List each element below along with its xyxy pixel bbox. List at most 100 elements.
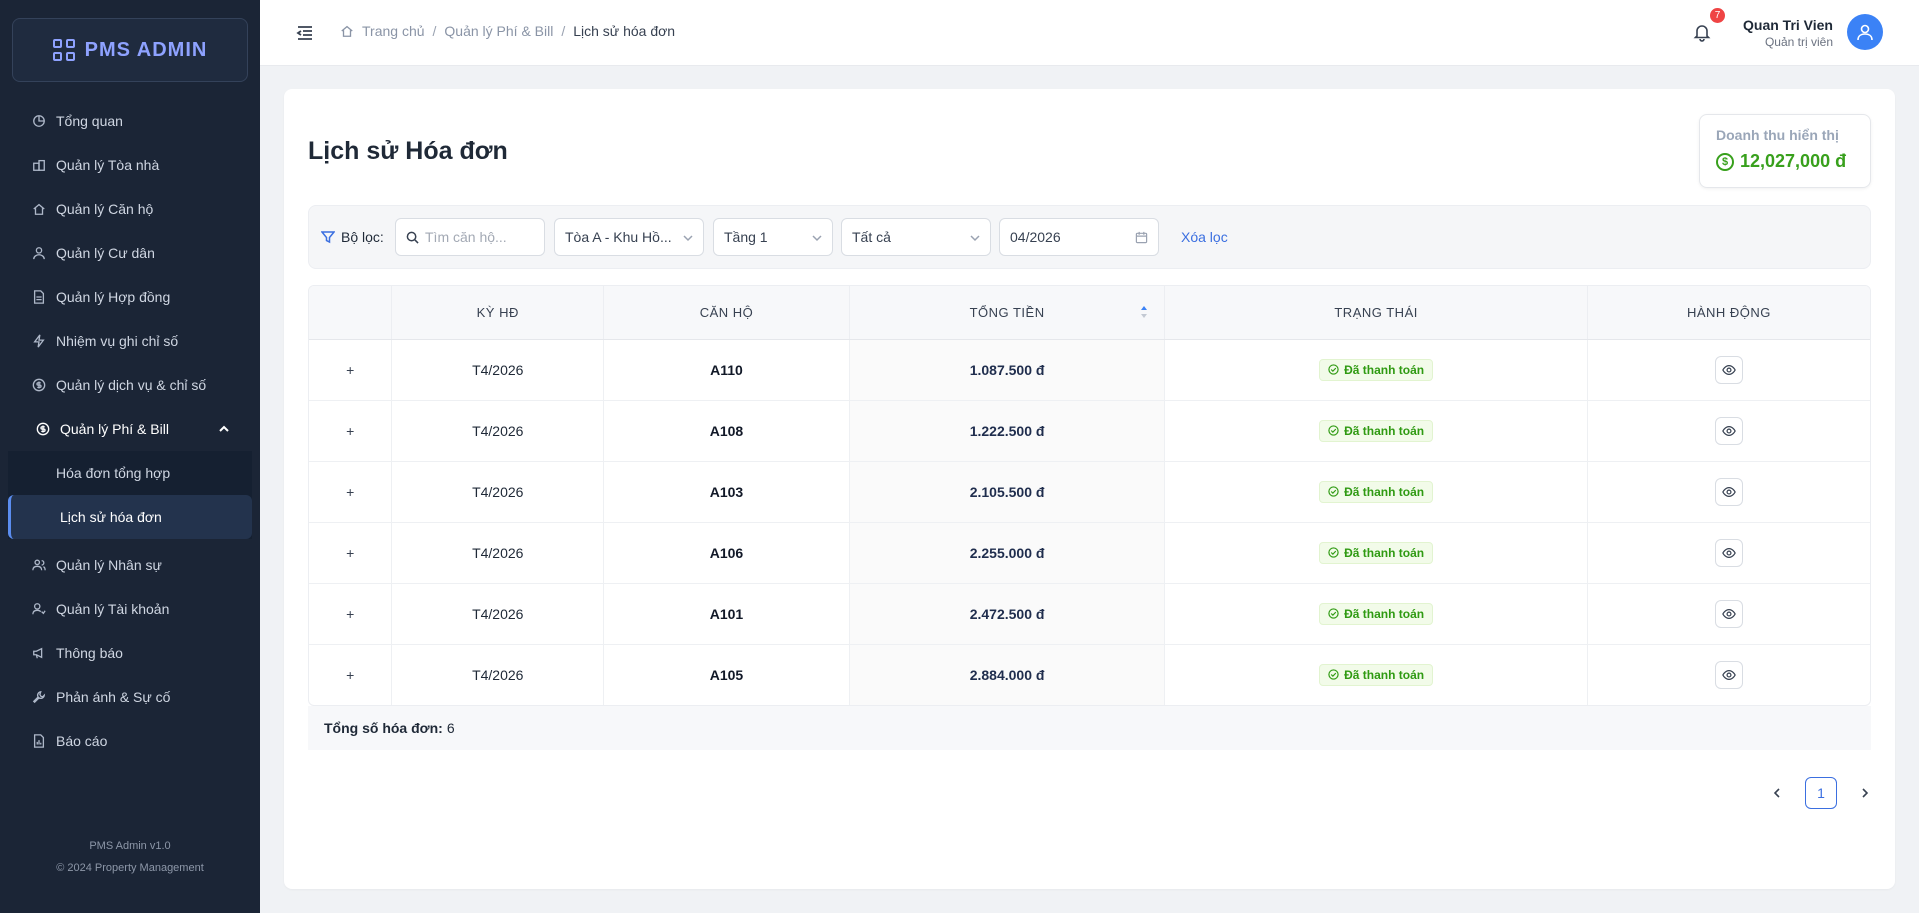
building-select[interactable]: Tòa A - Khu Hồ...: [554, 218, 704, 256]
view-invoice-button[interactable]: [1714, 416, 1743, 445]
bell-icon[interactable]: [1692, 22, 1712, 42]
sidebar-item-label: Quản lý dịch vụ & chỉ số: [56, 377, 207, 393]
sidebar-group-fees-bill[interactable]: Quản lý Phí & Bill: [0, 407, 260, 451]
status-badge: Đã thanh toán: [1319, 541, 1434, 564]
floor-select-value: Tầng 1: [724, 229, 768, 245]
eye-icon: [1722, 669, 1736, 680]
column-header-total[interactable]: TỔNG TIỀN: [849, 286, 1166, 340]
sidebar-item-feedback[interactable]: Phản ánh & Sự cố: [0, 675, 260, 719]
period-cell: T4/2026: [391, 400, 605, 462]
view-invoice-button[interactable]: [1714, 538, 1743, 567]
sidebar-item-services[interactable]: Quản lý dịch vụ & chỉ số: [0, 363, 260, 407]
tool-icon: [32, 690, 46, 704]
menu-collapse-icon[interactable]: [296, 24, 314, 42]
expand-row-button[interactable]: +: [342, 423, 358, 439]
sidebar-item-residents[interactable]: Quản lý Cư dân: [0, 231, 260, 275]
sidebar-item-invoice-summary[interactable]: Hóa đơn tổng hợp: [8, 451, 252, 495]
status-cell: Đã thanh toán: [1164, 339, 1588, 401]
status-text: Đã thanh toán: [1344, 362, 1425, 377]
breadcrumb-current: Lịch sử hóa đơn: [573, 23, 676, 39]
actions-cell: [1587, 400, 1870, 462]
expand-row-button[interactable]: +: [342, 545, 358, 561]
user-name[interactable]: Quan Tri Vien: [1743, 17, 1833, 33]
eye-icon: [1722, 486, 1736, 497]
sidebar-item-label: Quản lý Tài khoản: [56, 601, 170, 617]
revenue-value-row: $ 12,027,000 đ: [1716, 151, 1854, 172]
sidebar-item-contracts[interactable]: Quản lý Hợp đồng: [0, 275, 260, 319]
sidebar-item-apartments[interactable]: Quản lý Căn hộ: [0, 187, 260, 231]
status-text: Đã thanh toán: [1344, 484, 1425, 499]
expand-row-button[interactable]: +: [342, 606, 358, 622]
status-badge: Đã thanh toán: [1319, 419, 1434, 442]
expand-row-button[interactable]: +: [342, 667, 358, 683]
copyright: © 2024 Property Management: [56, 862, 204, 874]
table-row: + T4/2026 A110 1.087.500 đ Đã thanh toán: [309, 339, 1870, 401]
column-header-unit: CĂN HỘ: [603, 286, 850, 340]
chevron-left-icon: [1773, 788, 1780, 798]
content-card: Lịch sử Hóa đơn Doanh thu hiển thị $ 12,…: [284, 89, 1895, 889]
expand-cell: +: [309, 339, 393, 401]
status-select[interactable]: Tất cả: [841, 218, 991, 256]
avatar[interactable]: [1847, 14, 1883, 50]
period-cell: T4/2026: [391, 583, 605, 645]
clear-filter-link[interactable]: Xóa lọc: [1181, 229, 1228, 245]
expand-row-button[interactable]: +: [342, 362, 358, 378]
sidebar-item-label: Quản lý Nhân sự: [56, 557, 162, 573]
unit-cell: A101: [603, 583, 850, 645]
sidebar-item-label: Lịch sử hóa đơn: [60, 509, 162, 525]
period-cell: T4/2026: [391, 644, 605, 705]
view-invoice-button[interactable]: [1714, 660, 1743, 689]
table-row: + T4/2026 A106 2.255.000 đ Đã thanh toán: [309, 522, 1870, 584]
sidebar-item-notifications[interactable]: Thông báo: [0, 631, 260, 675]
prev-page-button[interactable]: [1765, 781, 1789, 805]
table-summary: Tổng số hóa đơn: 6: [308, 706, 1871, 750]
breadcrumb-fees-bill[interactable]: Quản lý Phí & Bill: [444, 23, 553, 39]
period-picker[interactable]: 04/2026: [999, 218, 1159, 256]
calendar-icon: [1135, 231, 1148, 244]
expand-cell: +: [309, 461, 393, 523]
sidebar-item-label: Hóa đơn tổng hợp: [56, 465, 171, 481]
sidebar-item-label: Quản lý Cư dân: [56, 245, 155, 261]
pagination: 1: [1765, 777, 1877, 809]
chevron-right-icon: [1862, 788, 1869, 798]
table-row: + T4/2026 A105 2.884.000 đ Đã thanh toán: [309, 644, 1870, 705]
home-icon: [341, 25, 353, 37]
sidebar-item-reports[interactable]: Báo cáo: [0, 719, 260, 763]
breadcrumb-separator: /: [561, 23, 566, 39]
sidebar-item-meter-tasks[interactable]: Nhiệm vụ ghi chỉ số: [0, 319, 260, 363]
period-cell: T4/2026: [391, 461, 605, 523]
sort-icon[interactable]: [1140, 305, 1148, 319]
home-icon: [32, 202, 46, 216]
status-cell: Đã thanh toán: [1164, 461, 1588, 523]
next-page-button[interactable]: [1853, 781, 1877, 805]
sidebar-item-accounts[interactable]: Quản lý Tài khoản: [0, 587, 260, 631]
page-title: Lịch sử Hóa đơn: [308, 137, 508, 165]
app-logo[interactable]: PMS ADMIN: [12, 18, 248, 82]
breadcrumb-home[interactable]: Trang chủ: [362, 23, 425, 39]
sidebar-item-label: Thông báo: [56, 645, 123, 661]
expand-cell: +: [309, 644, 393, 705]
notification-badge: 7: [1710, 8, 1725, 23]
view-invoice-button[interactable]: [1714, 477, 1743, 506]
sidebar-item-overview[interactable]: Tổng quan: [0, 99, 260, 143]
view-invoice-button[interactable]: [1714, 599, 1743, 628]
expand-cell: +: [309, 522, 393, 584]
sidebar-item-buildings[interactable]: Quản lý Tòa nhà: [0, 143, 260, 187]
total-cell: 1.087.500 đ: [849, 339, 1166, 401]
expand-row-button[interactable]: +: [342, 484, 358, 500]
sidebar-item-invoice-history[interactable]: Lịch sử hóa đơn: [8, 495, 252, 539]
search-input[interactable]: Tìm căn hộ...: [395, 218, 545, 256]
floor-select[interactable]: Tầng 1: [713, 218, 833, 256]
table-row: + T4/2026 A101 2.472.500 đ Đã thanh toán: [309, 583, 1870, 645]
eye-icon: [1722, 364, 1736, 375]
team-icon: [32, 558, 46, 572]
total-cell: 2.884.000 đ: [849, 644, 1166, 705]
sidebar-item-staff[interactable]: Quản lý Nhân sự: [0, 543, 260, 587]
view-invoice-button[interactable]: [1714, 355, 1743, 384]
page-number-button[interactable]: 1: [1805, 777, 1837, 809]
dollar-circle-icon: [32, 378, 46, 392]
file-icon: [32, 290, 46, 304]
status-badge: Đã thanh toán: [1319, 663, 1434, 686]
breadcrumb-separator: /: [432, 23, 437, 39]
sidebar-submenu: Hóa đơn tổng hợp Lịch sử hóa đơn: [8, 451, 252, 539]
